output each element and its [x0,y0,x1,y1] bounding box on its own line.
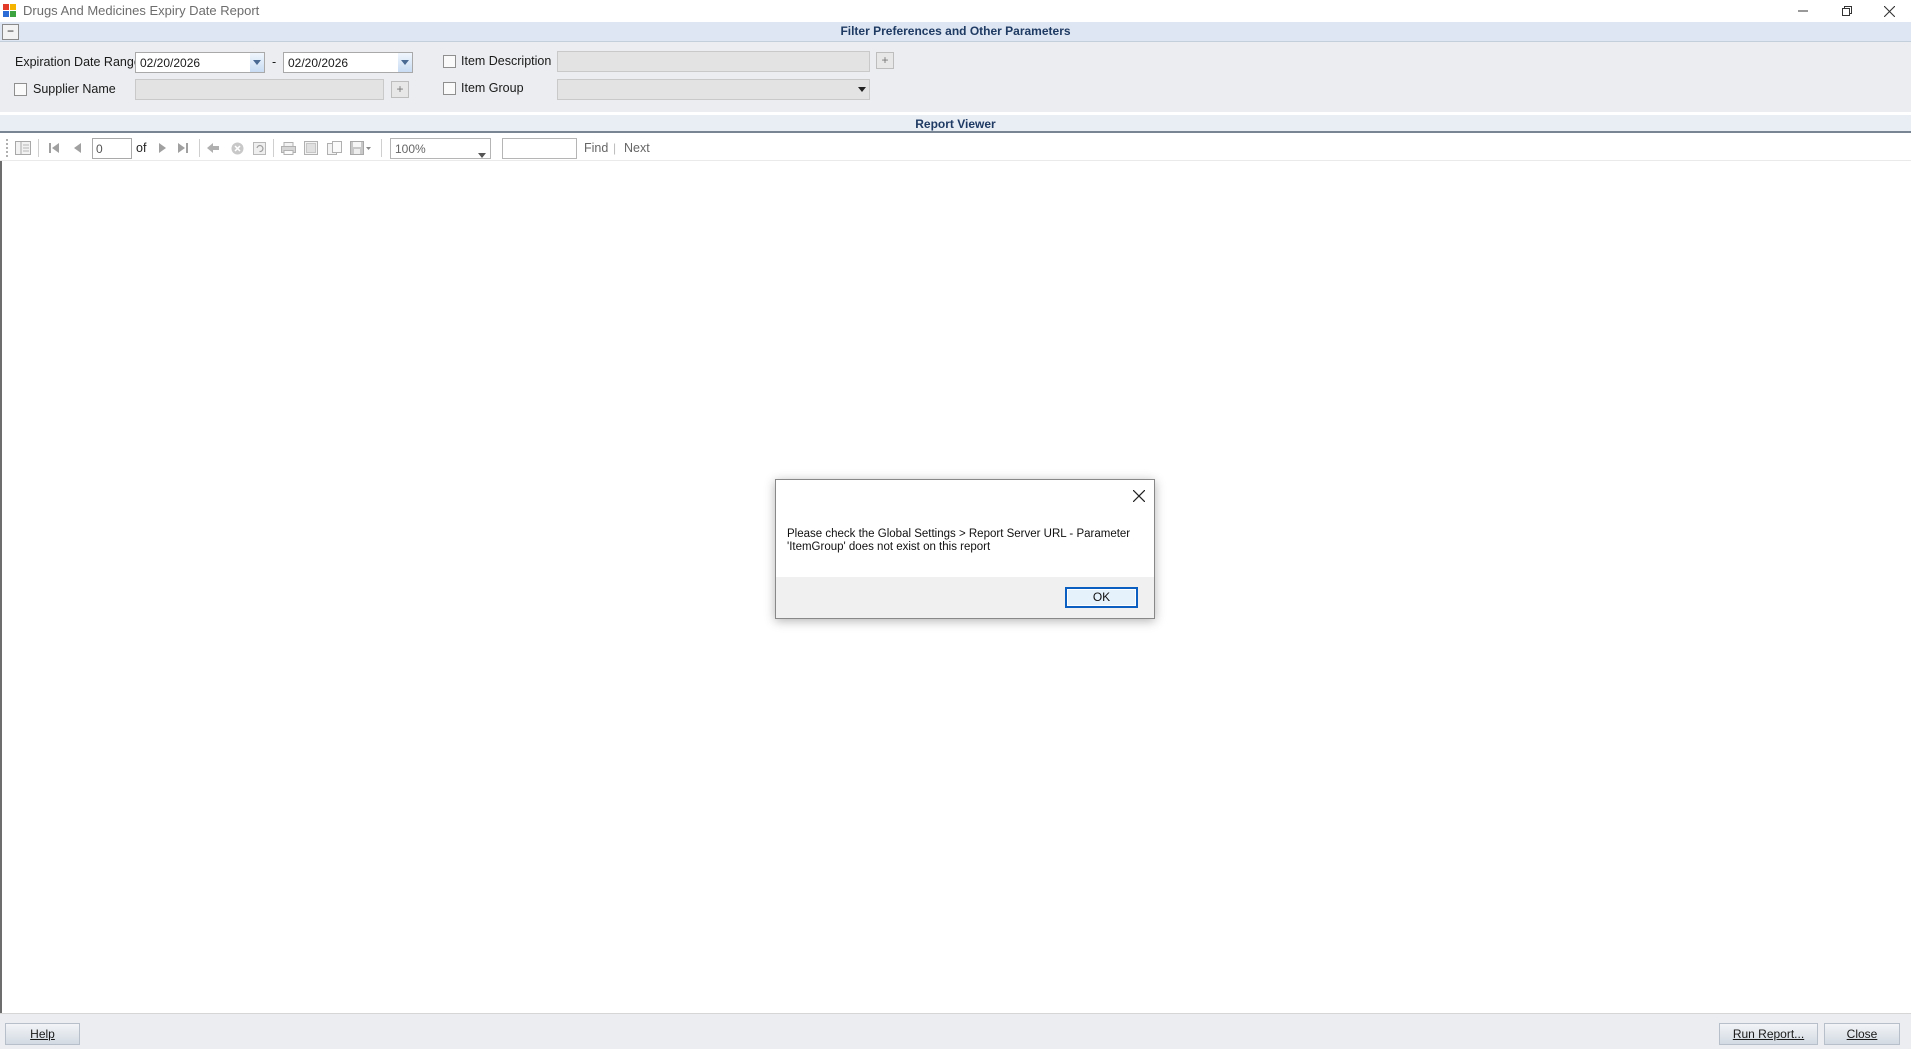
page-of-label: of [136,141,147,155]
refresh-icon[interactable] [251,140,267,156]
filter-panel-title: Filter Preferences and Other Parameters [840,24,1071,38]
chevron-down-icon[interactable] [478,146,486,158]
expiration-to-value: 02/20/2026 [288,56,349,70]
chevron-down-icon [401,60,409,65]
toolbar-separator [38,139,39,157]
find-next-link[interactable]: Next [624,141,650,155]
item-description-add-button[interactable]: + [876,52,894,69]
previous-page-icon[interactable] [69,140,85,156]
find-link[interactable]: Find [584,141,608,155]
page-number-input[interactable]: 0 [92,138,132,159]
restore-icon [1842,6,1852,16]
window-title: Drugs And Medicines Expiry Date Report [23,3,260,18]
dialog-message: Please check the Global Settings > Repor… [787,528,1131,553]
expiration-to-dropdown[interactable] [398,53,412,72]
supplier-name-label: Supplier Name [33,82,116,96]
report-viewer-title: Report Viewer [915,117,996,131]
item-group-select[interactable] [557,79,870,100]
app-grid-icon [3,4,17,18]
back-icon[interactable] [205,140,221,156]
bottom-bar [0,1013,1911,1049]
help-button[interactable]: Help [5,1023,80,1045]
print-layout-icon[interactable] [303,140,319,156]
ok-button[interactable]: OK [1065,587,1138,608]
supplier-add-button[interactable]: + [391,81,409,98]
item-group-label: Item Group [461,81,524,95]
date-range-separator: - [272,55,277,69]
find-input[interactable] [502,138,577,159]
item-group-checkbox[interactable] [443,82,456,95]
next-page-icon[interactable] [155,140,171,156]
item-description-label: Item Description [461,54,552,68]
collapse-button[interactable]: − [2,24,19,40]
close-icon [1133,490,1145,502]
expiration-from-dropdown[interactable] [250,53,264,72]
first-page-icon[interactable] [46,140,62,156]
page-setup-icon[interactable] [326,140,342,156]
print-icon[interactable] [280,140,296,156]
expiration-to-date[interactable]: 02/20/2026 [283,52,413,73]
minimize-icon [1798,10,1808,12]
restore-button[interactable] [1825,0,1869,22]
zoom-value: 100% [395,142,426,156]
toolbar-separator [199,139,200,157]
expiration-from-value: 02/20/2026 [140,56,201,70]
zoom-select[interactable]: 100% [390,138,491,159]
dialog-close-button[interactable] [1128,485,1150,507]
supplier-name-checkbox[interactable] [14,83,27,96]
minimize-button[interactable] [1781,0,1825,22]
stop-icon[interactable] [229,140,245,156]
title-bar [0,0,1911,22]
expiration-date-range-label: Expiration Date Range [15,55,141,69]
toolbar-separator [381,139,382,157]
toolbar-separator [273,139,274,157]
item-description-field[interactable] [557,51,870,72]
close-icon [1883,5,1895,17]
window-close-button[interactable] [1867,0,1911,22]
close-button[interactable]: Close [1824,1023,1900,1045]
last-page-icon[interactable] [175,140,191,156]
find-separator: | [613,141,617,155]
toolbar-grip[interactable] [6,139,8,157]
supplier-name-field[interactable] [135,79,384,100]
expiration-from-date[interactable]: 02/20/2026 [135,52,265,73]
chevron-down-icon [253,60,261,65]
chevron-down-icon [858,87,866,92]
export-icon[interactable] [349,140,373,156]
run-report-button[interactable]: Run Report... [1719,1023,1818,1045]
item-description-checkbox[interactable] [443,55,456,68]
document-map-icon[interactable] [15,140,31,156]
item-group-dropdown[interactable] [855,81,869,98]
